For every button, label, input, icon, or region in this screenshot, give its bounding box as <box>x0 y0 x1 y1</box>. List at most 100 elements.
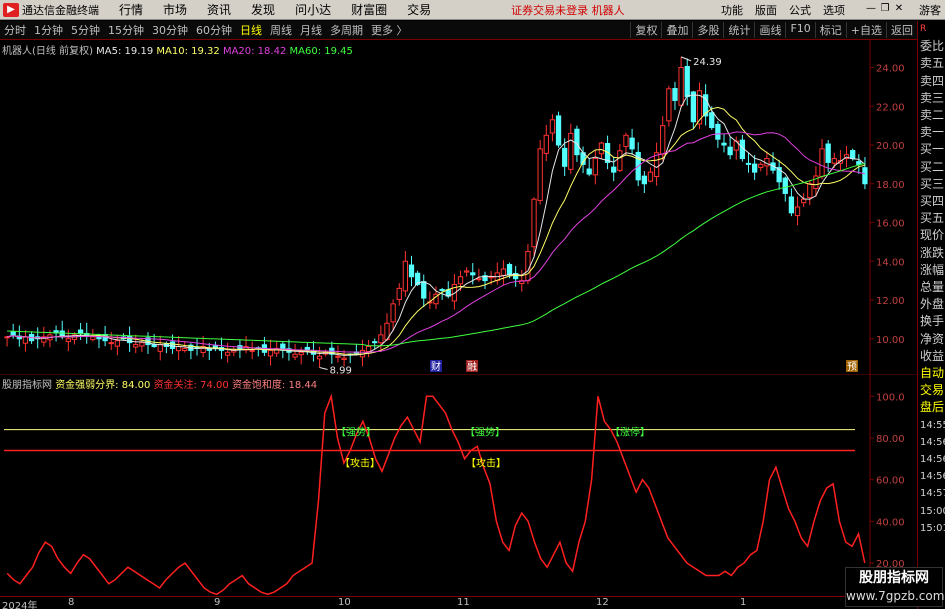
side-panel-item[interactable]: 卖二 <box>918 107 945 124</box>
candle-body <box>225 351 231 356</box>
side-panel-item[interactable]: 自动 <box>918 365 945 382</box>
low-price-label: 8.99 <box>330 366 352 374</box>
date-label: 2024年 <box>2 601 38 609</box>
tool-mark[interactable]: 标记 <box>814 22 846 38</box>
side-panel-item[interactable]: 现价 <box>918 227 945 244</box>
side-panel-item[interactable]: 委比 <box>918 38 945 55</box>
side-panel-item[interactable]: 外盘 <box>918 296 945 313</box>
candle-body <box>470 272 476 276</box>
candle-body <box>684 66 690 98</box>
period-intraday[interactable]: 分时 <box>0 22 30 38</box>
candle-body <box>133 344 139 348</box>
side-panel-item[interactable]: 买四 <box>918 193 945 210</box>
tool-f10[interactable]: F10 <box>785 22 814 38</box>
side-panel-item[interactable]: 净资 <box>918 331 945 348</box>
candles <box>4 56 868 368</box>
tool-multistock[interactable]: 多股 <box>692 22 723 38</box>
candle-body <box>758 163 764 168</box>
period-multi[interactable]: 多周期 <box>326 22 367 38</box>
candle-body <box>598 142 605 155</box>
tool-back[interactable]: 返回 <box>886 22 917 38</box>
side-panel-item[interactable]: 买一 <box>918 141 945 158</box>
candle-body <box>555 115 562 146</box>
menu-item-trade[interactable]: 交易 <box>407 1 431 18</box>
candle-body <box>678 67 684 106</box>
tool-stats[interactable]: 统计 <box>723 22 754 38</box>
candle-body <box>825 143 831 163</box>
price-chart-canvas[interactable]: 24.00 22.00 20.00 18.00 16.00 14.00 12.00 10.00… <box>0 40 917 377</box>
side-panel-item[interactable]: 涨幅 <box>918 262 945 279</box>
side-panel-item[interactable]: 买五 <box>918 210 945 227</box>
menu-item-discover[interactable]: 发现 <box>251 1 275 18</box>
menu-item-wealth[interactable]: 财富圈 <box>351 1 387 18</box>
date-axis: 2024年 8 9 10 11 12 1 <box>0 596 917 609</box>
candle-body <box>365 346 372 352</box>
menu-item-market[interactable]: 行情 <box>119 1 143 18</box>
close-icon[interactable]: ✕ <box>893 3 905 15</box>
menu-item-layout[interactable]: 版面 <box>755 2 777 18</box>
tool-draw[interactable]: 画线 <box>754 22 785 38</box>
guest-label[interactable]: 游客 <box>919 2 941 18</box>
side-panel-item[interactable]: 盘后 <box>918 399 945 416</box>
side-panel-item[interactable]: 换手 <box>918 313 945 330</box>
period-monthly[interactable]: 月线 <box>296 22 326 38</box>
candle-body <box>531 198 537 248</box>
menu-item-ask[interactable]: 问小达 <box>295 1 331 18</box>
candle-body <box>807 183 813 199</box>
period-daily[interactable]: 日线 <box>236 22 266 38</box>
side-panel-item[interactable]: 涨跌 <box>918 245 945 262</box>
date-label: 9 <box>214 597 221 608</box>
tool-adjust[interactable]: 复权 <box>630 22 661 38</box>
candle-body <box>831 158 837 164</box>
side-panel-item[interactable]: 收益 <box>918 348 945 365</box>
period-1min[interactable]: 1分钟 <box>30 22 67 38</box>
side-panel-item[interactable]: 14:57 <box>918 485 945 502</box>
price-tick-label: 24.00 <box>876 64 905 75</box>
menu-item-functions[interactable]: 功能 <box>721 2 743 18</box>
period-15min[interactable]: 15分钟 <box>104 22 148 38</box>
login-warning[interactable]: 证券交易未登录 机器人 <box>511 2 625 18</box>
candle-body <box>537 148 543 201</box>
side-panel-item[interactable]: 15:01 <box>918 520 945 537</box>
period-5min[interactable]: 5分钟 <box>67 22 104 38</box>
side-panel-item[interactable]: 卖三 <box>918 90 945 107</box>
side-panel-item[interactable]: R <box>918 21 945 38</box>
side-panel-item[interactable]: 卖五 <box>918 55 945 72</box>
indicator-name[interactable]: 股朋指标网 <box>2 380 52 391</box>
tool-overlay[interactable]: 叠加 <box>661 22 692 38</box>
price-chart[interactable]: 24.00 22.00 20.00 18.00 16.00 14.00 12.00 10.00… <box>0 40 917 377</box>
chart-tools: 复权 叠加 多股 统计 画线 F10 标记 +自选 返回 <box>630 22 917 38</box>
event-badge-label: 财 <box>431 360 441 373</box>
signal-label: 【涨停】 <box>610 426 650 439</box>
side-panel-item[interactable]: 卖一 <box>918 124 945 141</box>
menu-item-exchange[interactable]: 市场 <box>163 1 187 18</box>
menu-item-news[interactable]: 资讯 <box>207 1 231 18</box>
side-panel-item[interactable]: 总量 <box>918 279 945 296</box>
menu-item-formula[interactable]: 公式 <box>789 2 811 18</box>
indicator-chart[interactable]: 100.0 80.00 60.00 40.00 20.00 【强势】 【攻击】 【强势】 【攻击… <box>0 373 917 596</box>
side-panel-item[interactable]: 交易 <box>918 382 945 399</box>
restore-icon[interactable]: ❐ <box>879 3 891 15</box>
menu-item-options[interactable]: 选项 <box>823 2 845 18</box>
period-60min[interactable]: 60分钟 <box>192 22 236 38</box>
side-panel-item[interactable]: 卖四 <box>918 73 945 90</box>
period-more[interactable]: 更多 〉 <box>367 22 412 38</box>
period-30min[interactable]: 30分钟 <box>148 22 192 38</box>
candle-body <box>856 161 862 165</box>
side-panel-item[interactable]: 14:56 <box>918 451 945 468</box>
side-panel-item[interactable]: 14:56 <box>918 468 945 485</box>
side-panel-item[interactable]: 买二 <box>918 159 945 176</box>
minimize-icon[interactable]: — <box>865 3 877 15</box>
tool-add-watchlist[interactable]: +自选 <box>845 22 886 38</box>
period-weekly[interactable]: 周线 <box>266 22 296 38</box>
price-tick-label: 20.00 <box>876 141 905 152</box>
date-label: 12 <box>596 597 609 608</box>
ma10-value: MA10: 19.32 <box>156 46 220 57</box>
signal-label: 【攻击】 <box>466 457 506 470</box>
side-panel-item[interactable]: 14:55 <box>918 417 945 434</box>
candle-body <box>653 152 660 178</box>
side-panel-item[interactable]: 买三 <box>918 176 945 193</box>
side-panel-item[interactable]: 14:56 <box>918 434 945 451</box>
indicator-chart-canvas[interactable]: 100.080.0060.0040.0020.00【强势】【攻击】【强势】【攻击… <box>0 373 917 596</box>
side-panel-item[interactable]: 15:00 <box>918 503 945 520</box>
